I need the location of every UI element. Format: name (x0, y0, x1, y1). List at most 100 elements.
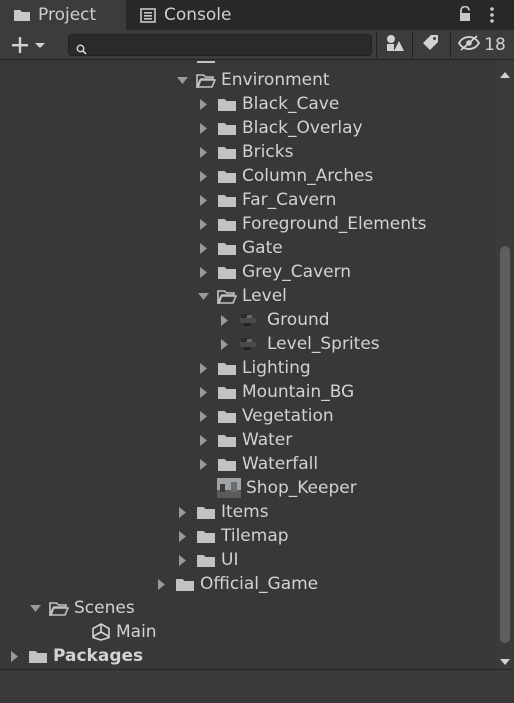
search-by-type-button[interactable] (380, 34, 410, 56)
tree-item-label: Bricks (242, 142, 294, 162)
expand-arrow-right-icon[interactable] (176, 506, 188, 518)
tree-item-label: Foreground_Elements (242, 214, 427, 234)
tree-item-mountain-bg[interactable]: Mountain_BG (0, 380, 496, 404)
sprite-thumbnail-icon (238, 312, 262, 328)
tree-item-shop-keeper[interactable]: Shop_Keeper (0, 476, 496, 500)
tree-item-items[interactable]: Items (0, 500, 496, 524)
search-icon (76, 40, 87, 55)
scroll-up-arrow-icon[interactable] (500, 64, 510, 78)
eye-slash-icon (458, 34, 481, 56)
tree-item-label: Gate (242, 238, 283, 258)
more-options-icon[interactable] (488, 6, 496, 24)
scrollbar-thumb[interactable] (500, 246, 510, 643)
expand-arrow-right-icon[interactable] (218, 338, 230, 350)
tree-item-official-game[interactable]: Official_Game (0, 572, 496, 596)
tree-item-scenes[interactable]: Scenes (0, 596, 496, 620)
expand-arrow-down-icon[interactable] (29, 602, 41, 614)
tree-item-water[interactable]: Water (0, 428, 496, 452)
tree-item-label: Far_Cavern (242, 190, 337, 210)
folder-icon (196, 61, 216, 64)
expand-arrow-right-icon[interactable] (176, 530, 188, 542)
tree-item-vegetation[interactable]: Vegetation (0, 404, 496, 428)
tree-item-column-arches[interactable]: Column_Arches (0, 164, 496, 188)
folder-icon (196, 552, 216, 568)
tree-item-label: Waterfall (242, 454, 319, 474)
expand-arrow-right-icon[interactable] (197, 98, 209, 110)
expand-arrow-right-icon[interactable] (197, 410, 209, 422)
tree-item-label: Water (242, 430, 293, 450)
tree-item-waterfall[interactable]: Waterfall (0, 452, 496, 476)
expand-arrow-right-icon[interactable] (176, 554, 188, 566)
expand-arrow-right-icon[interactable] (197, 458, 209, 470)
tree-item-main[interactable]: Main (0, 620, 496, 644)
image-thumbnail-icon (217, 478, 241, 498)
tree-item-level[interactable]: Level (0, 284, 496, 308)
folder-icon (196, 528, 216, 544)
folder-icon (217, 96, 237, 112)
folder-icon (217, 144, 237, 160)
expand-arrow-right-icon[interactable] (197, 434, 209, 446)
tree-item-gate[interactable]: Gate (0, 236, 496, 260)
tree-item-label: Grey_Cavern (242, 262, 352, 282)
tree-item-level-sprites[interactable]: Level_Sprites (0, 332, 496, 356)
tree-item-grey-cavern[interactable]: Grey_Cavern (0, 260, 496, 284)
expand-arrow-right-icon[interactable] (197, 194, 209, 206)
tree-item-label: Level (242, 286, 287, 306)
expand-arrow-right-icon[interactable] (155, 578, 167, 590)
project-tree: Effects Environment Black_Cave Black_Overla… (0, 61, 496, 669)
search-by-label-button[interactable] (416, 34, 446, 56)
tree-item-label: UI (221, 550, 239, 570)
expand-arrow-right-icon[interactable] (197, 218, 209, 230)
scroll-down-arrow-icon[interactable] (500, 651, 510, 665)
tree-item-environment[interactable]: Environment (0, 68, 496, 92)
expand-arrow-right-icon[interactable] (218, 314, 230, 326)
tree-item-label: Vegetation (242, 406, 334, 426)
expand-arrow-right-icon[interactable] (197, 170, 209, 182)
tree-item-black-overlay[interactable]: Black_Overlay (0, 116, 496, 140)
tree-item-label: Official_Game (200, 574, 319, 594)
lock-icon[interactable] (458, 5, 472, 22)
expand-arrow-right-icon[interactable] (197, 146, 209, 158)
tree-item-label: Level_Sprites (267, 334, 380, 354)
tab-console[interactable]: Console (126, 0, 254, 30)
tree-item-label: Environment (221, 70, 330, 90)
tree-item-far-cavern[interactable]: Far_Cavern (0, 188, 496, 212)
toolbar-divider (376, 32, 377, 58)
folder-icon (217, 216, 237, 232)
expand-arrow-down-icon[interactable] (176, 74, 188, 86)
add-asset-button[interactable] (8, 34, 50, 56)
tree-item-foreground-elements[interactable]: Foreground_Elements (0, 212, 496, 236)
tree-item-label: Tilemap (221, 526, 289, 546)
tree-item-lighting[interactable]: Lighting (0, 356, 496, 380)
tree-item-tilemap[interactable]: Tilemap (0, 524, 496, 548)
expand-arrow-right-icon[interactable] (197, 386, 209, 398)
tree-item-packages[interactable]: Packages (0, 644, 496, 668)
expand-arrow-right-icon[interactable] (8, 650, 20, 662)
tree-item-effects[interactable]: Effects (0, 61, 496, 68)
toolbar-divider (450, 32, 451, 58)
tree-item-label: Ground (267, 310, 330, 330)
expand-arrow-right-icon[interactable] (197, 122, 209, 134)
tree-item-label: Column_Arches (242, 166, 374, 186)
expand-arrow-down-icon[interactable] (197, 290, 209, 302)
tree-item-black-cave[interactable]: Black_Cave (0, 92, 496, 116)
tree-item-ground[interactable]: Ground (0, 308, 496, 332)
search-field[interactable] (68, 34, 372, 57)
hidden-packages-toggle[interactable]: 18 (456, 34, 508, 56)
tree-item-label: Shop_Keeper (246, 478, 357, 498)
tree-item-ui[interactable]: UI (0, 548, 496, 572)
tree-item-label: Items (221, 502, 269, 522)
folder-icon (12, 7, 32, 23)
expand-arrow-right-icon[interactable] (197, 362, 209, 374)
expand-arrow-right-icon[interactable] (197, 242, 209, 254)
folder-icon (217, 432, 237, 448)
tree-item-label: Effects (221, 61, 279, 66)
expand-arrow-right-icon[interactable] (197, 266, 209, 278)
tree-scrollbar[interactable] (496, 61, 514, 669)
status-bar (0, 669, 514, 703)
tree-item-bricks[interactable]: Bricks (0, 140, 496, 164)
search-input[interactable] (93, 35, 367, 57)
folder-icon (217, 408, 237, 424)
folder-icon (217, 240, 237, 256)
tab-project[interactable]: Project (0, 0, 126, 30)
